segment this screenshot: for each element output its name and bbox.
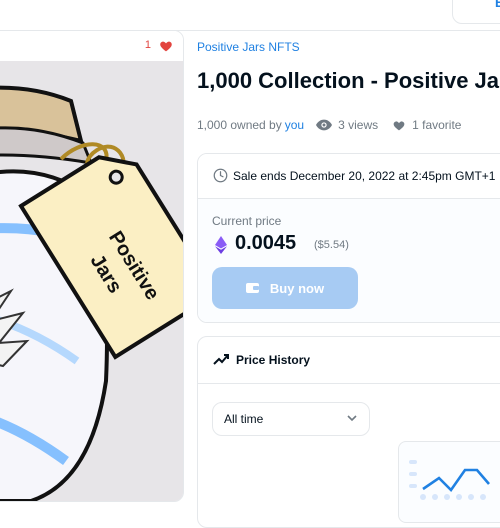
price-history-header[interactable]: Price History [198,337,500,384]
favorite-heart-icon[interactable] [159,39,173,53]
top-toolbar: E [0,0,500,31]
favorites-heart-icon [393,120,405,130]
price-area: Current price 0.0045 ($5.54) Buy now [198,199,500,322]
top-action-button[interactable]: E [452,0,500,24]
owned-by-text: 1,000 owned by [197,118,282,132]
views-count: 3 views [338,118,379,132]
owner-link[interactable]: you [285,118,304,132]
price-history-card: Price History All time [197,336,500,528]
collection-link[interactable]: Positive Jars NFTS [197,40,300,54]
buy-now-label: Buy now [269,280,325,296]
time-range-select[interactable]: All time [212,402,370,436]
eth-icon [215,236,227,254]
eye-icon [316,119,333,131]
trending-up-icon [213,354,229,365]
price-chart-placeholder [398,441,500,523]
placeholder-graph-icon [409,460,490,500]
price-history-title: Price History [236,353,311,367]
buy-now-button[interactable]: Buy now [212,267,358,309]
clock-icon [213,168,228,183]
media-favorite-count: 1 [144,39,151,51]
jar-illustration: Positive Jars [0,61,183,501]
trade-card: Sale ends December 20, 2022 at 2:45pm GM… [197,153,500,323]
chevron-down-icon [347,415,357,422]
item-media-card: 1 Positive Jars [0,30,184,502]
favorites-count: 1 favorite [412,118,462,132]
item-meta-row: 1,000 owned by you 3 views 1 favorite [197,118,461,132]
current-price-label: Current price [212,214,282,228]
item-title: 1,000 Collection - Positive Jars [197,68,500,93]
item-media-header: 1 [0,31,183,61]
time-range-value: All time [224,412,264,426]
current-price: 0.0045 [235,232,297,254]
wallet-icon [245,283,259,293]
sale-ends-text: Sale ends December 20, 2022 at 2:45pm GM… [233,169,496,183]
sale-ends-row: Sale ends December 20, 2022 at 2:45pm GM… [198,154,500,199]
top-action-button-text: E [495,0,500,10]
nft-artwork: Positive Jars [0,61,183,501]
usd-price: ($5.54) [314,239,349,251]
